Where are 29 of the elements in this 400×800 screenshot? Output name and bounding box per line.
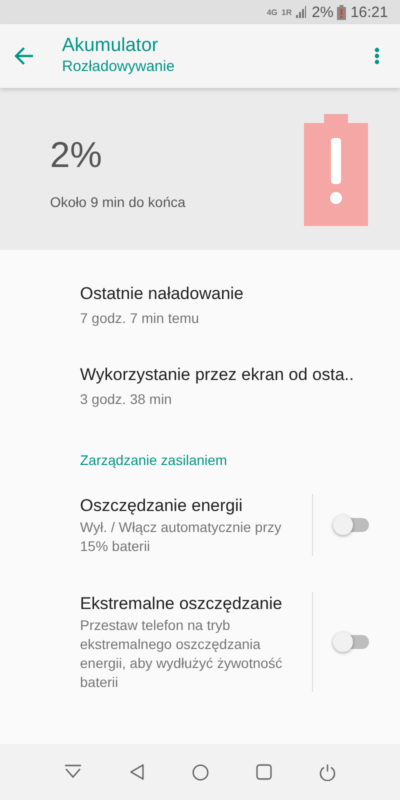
back-arrow-icon[interactable] [14, 47, 34, 65]
setting-summary: 3 godz. 38 min [80, 390, 172, 409]
sim-label: 1R [282, 8, 292, 16]
recents-icon[interactable] [256, 764, 272, 780]
hide-navigation-icon[interactable] [64, 764, 82, 780]
battery-percent: 2% [312, 4, 334, 20]
back-icon[interactable] [128, 763, 145, 781]
power-icon[interactable] [319, 764, 336, 780]
section-header: Zarządzanie zasilaniem [79, 452, 228, 468]
home-icon[interactable] [192, 764, 209, 780]
setting-title[interactable]: Oszczędzanie energii [80, 494, 243, 518]
battery-percentage: 2% [50, 134, 102, 176]
time-remaining: Około 9 min do końca [50, 194, 186, 210]
network-type: 4G [266, 8, 278, 16]
more-options-icon[interactable] [374, 47, 380, 65]
toggle-switch[interactable] [333, 632, 369, 652]
setting-title[interactable]: Ekstremalne oszczędzanie [80, 592, 282, 616]
setting-summary: 7 godz. 7 min temu [80, 309, 200, 328]
setting-title[interactable]: Ostatnie naładowanie [80, 282, 244, 306]
setting-summary: Wył. / Włącz automatycznie przy 15% baterii [80, 518, 282, 556]
battery-icon [337, 4, 346, 20]
toggle-switch[interactable] [333, 515, 369, 535]
screen-subtitle: Rozładowywanie [62, 57, 175, 77]
clock: 16:21 [350, 4, 388, 20]
battery-warning-icon [304, 114, 368, 226]
setting-summary: Przestaw telefon na tryb ekstremalnego oszczędzania energii, aby wydłużyć żywotność baterii [80, 616, 284, 692]
screen-title: Akumulator [62, 35, 158, 57]
signal-icon [296, 6, 306, 18]
setting-title[interactable]: Wykorzystanie przez ekran od osta.. [80, 363, 354, 387]
